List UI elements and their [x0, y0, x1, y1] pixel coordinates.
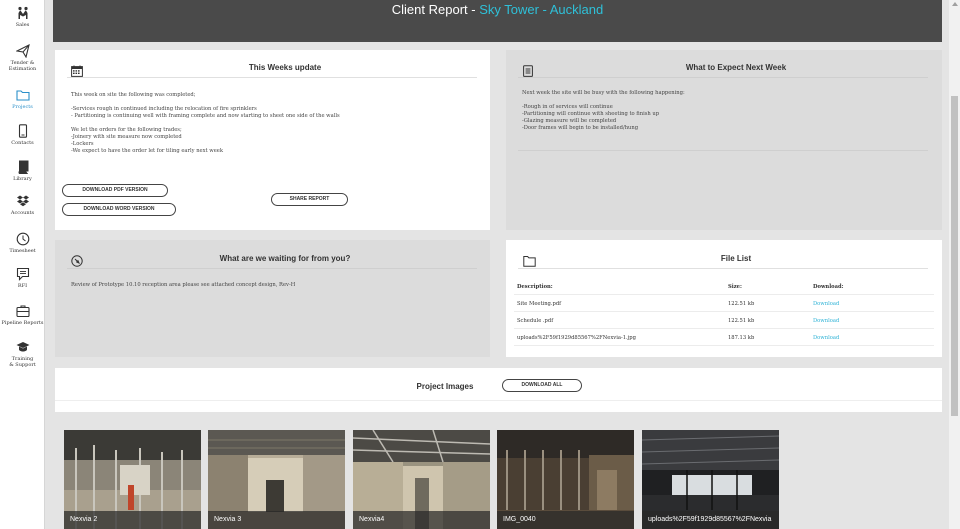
vertical-scrollbar[interactable]: [949, 0, 960, 529]
sidebar-item-label: Library: [13, 176, 32, 182]
file-list-card: File List Description: Size: Download: S…: [506, 240, 942, 357]
sidebar-item-library[interactable]: Library: [0, 160, 45, 182]
message-icon: [16, 267, 29, 281]
project-images-bar: Project Images DOWNLOAD ALL: [55, 368, 942, 412]
divider: [67, 77, 477, 78]
sidebar: Sales Tender & Estimation Projects Conta…: [0, 0, 45, 529]
image-caption: IMG_0040: [497, 511, 634, 529]
sidebar-item-label: Timesheet: [9, 248, 36, 254]
download-link[interactable]: Download: [813, 318, 839, 324]
sidebar-item-label: Sales: [15, 22, 30, 28]
weekly-update-card: This Weeks update This week on site the …: [55, 50, 490, 230]
project-image-thumbnail[interactable]: uploads%2F59f1929d85567%2FNexvia: [642, 430, 779, 529]
download-all-button[interactable]: DOWNLOAD ALL: [502, 379, 582, 392]
card-title: What to Expect Next Week: [685, 63, 787, 72]
next-week-card: What to Expect Next Week Next week the s…: [506, 50, 942, 230]
sidebar-item-label: Tender & Estimation: [8, 60, 37, 72]
column-header-size: Size:: [728, 284, 742, 290]
file-size: 122.51 kb: [728, 318, 755, 324]
sidebar-item-rfi[interactable]: RFI: [0, 267, 45, 289]
handshake-icon: [17, 6, 28, 19]
clock-icon: [16, 232, 29, 246]
sidebar-item-projects[interactable]: Projects: [0, 88, 45, 110]
sidebar-item-label: Training & Support: [9, 356, 36, 368]
sidebar-item-tender[interactable]: Tender & Estimation: [0, 44, 45, 72]
calendar-icon: [71, 65, 83, 77]
divider: [518, 150, 928, 151]
sidebar-item-timesheet[interactable]: Timesheet: [0, 232, 45, 254]
briefcase-icon: [15, 305, 30, 318]
sidebar-item-pipeline-reports[interactable]: Pipeline Reports: [0, 304, 45, 326]
section-title: Project Images: [416, 382, 474, 391]
list-icon: [523, 65, 533, 77]
file-table: Description: Size: Download: Site Meetin…: [506, 240, 942, 357]
column-header-download: Download:: [813, 284, 844, 290]
waiting-body: Review of Prototype 10.10 reception area…: [71, 282, 296, 288]
graduation-cap-icon: [16, 342, 29, 352]
dropbox-icon: [16, 195, 29, 207]
image-caption: Nexvia 2: [64, 511, 201, 529]
sidebar-item-contacts[interactable]: Contacts: [0, 124, 45, 146]
waiting-card: What are we waiting for from you? Review…: [55, 240, 490, 357]
project-name: Sky Tower - Auckland: [479, 2, 604, 17]
book-icon: [18, 160, 28, 174]
title-prefix: Client Report -: [391, 2, 480, 17]
column-header-description: Description:: [517, 284, 553, 290]
divider: [514, 294, 934, 295]
download-word-button[interactable]: DOWNLOAD WORD VERSION: [62, 203, 176, 216]
download-link[interactable]: Download: [813, 335, 839, 341]
project-image-thumbnail[interactable]: IMG_0040: [497, 430, 634, 529]
image-caption: uploads%2F59f1929d85567%2FNexvia: [642, 511, 779, 529]
divider: [514, 328, 934, 329]
share-report-button[interactable]: SHARE REPORT: [271, 193, 348, 206]
page-header: Client Report - Sky Tower - Auckland: [53, 0, 942, 42]
sidebar-item-accounts[interactable]: Accounts: [0, 194, 45, 216]
sidebar-item-label: Pipeline Reports: [1, 320, 44, 326]
divider: [67, 268, 477, 269]
project-image-thumbnail[interactable]: Nexvia4: [353, 430, 490, 529]
divider: [514, 345, 934, 346]
scrollbar-thumb[interactable]: [951, 96, 958, 416]
folder-icon: [15, 90, 30, 101]
paper-plane-icon: [15, 44, 30, 58]
sidebar-item-label: Projects: [12, 104, 33, 110]
file-name: Schedule .pdf: [517, 318, 554, 324]
file-size: 122.51 kb: [728, 301, 755, 307]
divider: [55, 400, 942, 401]
scroll-up-arrow-icon[interactable]: [952, 2, 958, 6]
download-pdf-button[interactable]: DOWNLOAD PDF VERSION: [62, 184, 168, 197]
file-size: 187.13 kb: [728, 335, 755, 341]
sidebar-item-label: Accounts: [10, 210, 35, 216]
compass-icon: [71, 255, 83, 267]
image-caption: Nexvia 3: [208, 511, 345, 529]
sidebar-item-label: Contacts: [11, 140, 34, 146]
next-week-body: Next week the site will be busy with the…: [522, 90, 685, 131]
file-name: Site Meeting.pdf: [517, 301, 562, 307]
file-name: uploads%2F59f1929d85567%2FNexvia-1.jpg: [517, 335, 636, 341]
project-image-thumbnail[interactable]: Nexvia 3: [208, 430, 345, 529]
divider: [514, 311, 934, 312]
card-title: What are we waiting for from you?: [219, 254, 351, 263]
divider: [518, 77, 928, 78]
sidebar-item-sales[interactable]: Sales: [0, 6, 45, 28]
card-title: This Weeks update: [248, 63, 322, 72]
download-link[interactable]: Download: [813, 301, 839, 307]
sidebar-item-label: RFI: [17, 283, 28, 289]
phone-icon: [18, 124, 27, 138]
weekly-update-body: This week on site the following was comp…: [71, 92, 340, 154]
image-caption: Nexvia4: [353, 511, 490, 529]
sidebar-item-training[interactable]: Training & Support: [0, 340, 45, 368]
page-title: Client Report - Sky Tower - Auckland: [53, 2, 942, 17]
project-image-thumbnail[interactable]: Nexvia 2: [64, 430, 201, 529]
